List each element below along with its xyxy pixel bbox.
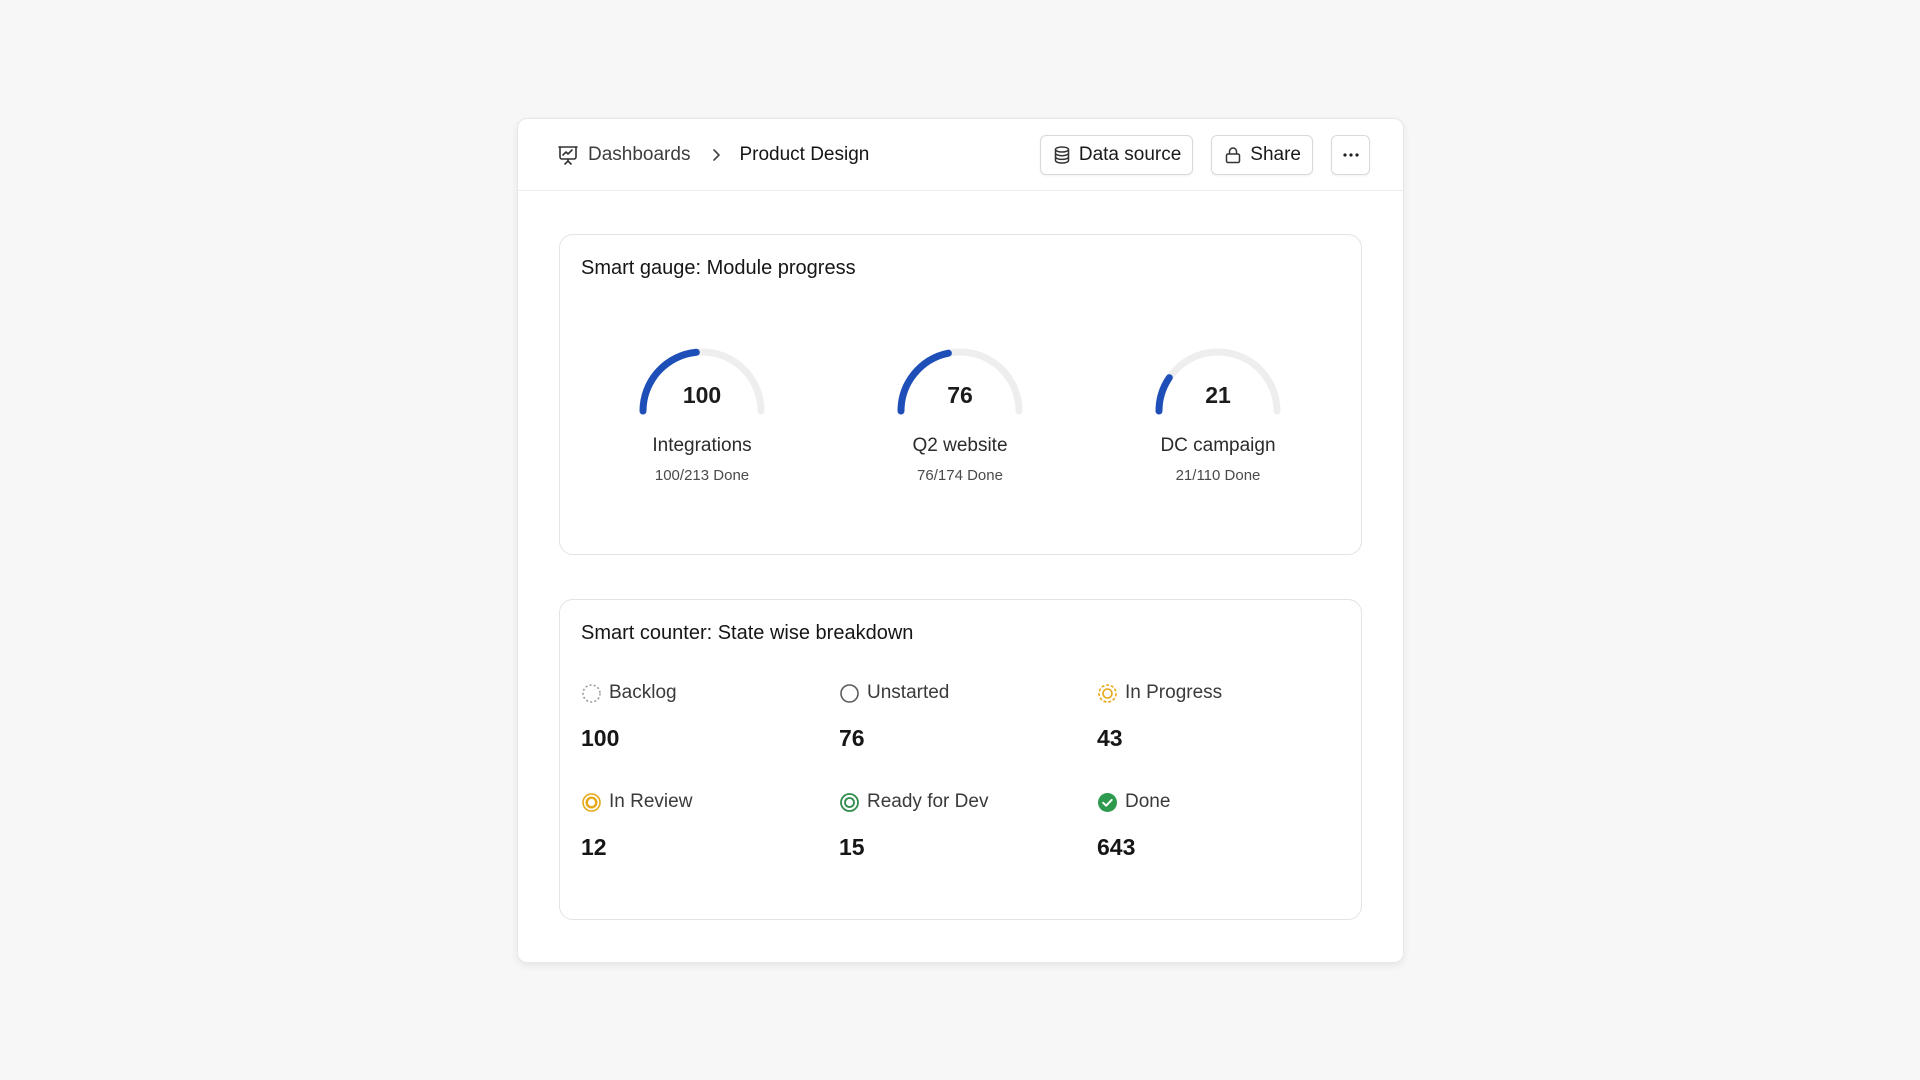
breadcrumb: Dashboards Product Design <box>556 143 1022 167</box>
gauge-value: 76 <box>947 382 973 408</box>
in-progress-icon <box>1097 683 1118 704</box>
counter-in-progress[interactable]: In Progress 43 <box>1097 682 1337 752</box>
breadcrumb-dashboards-link[interactable]: Dashboards <box>588 144 690 166</box>
data-source-label: Data source <box>1078 143 1182 165</box>
counter-value: 12 <box>581 834 607 860</box>
counter-backlog[interactable]: Backlog 100 <box>581 682 821 752</box>
in-review-icon <box>581 792 602 813</box>
counter-in-review[interactable]: In Review 12 <box>581 791 821 861</box>
gauge-name: Q2 website <box>912 435 1008 456</box>
gauge-subtext: 21/110 Done <box>1175 467 1261 484</box>
gauge-subtext: 100/213 Done <box>654 467 750 484</box>
gauge-name: Integrations <box>652 435 752 456</box>
done-check-icon <box>1097 792 1118 813</box>
counter-value: 15 <box>839 834 865 860</box>
state-breakdown-card: Smart counter: State wise breakdown Back… <box>559 599 1362 920</box>
chevron-right-icon <box>708 147 724 163</box>
counter-ready-for-dev[interactable]: Ready for Dev 15 <box>839 791 1079 861</box>
counter-label: In Review <box>609 791 693 812</box>
breadcrumb-current-page: Product Design <box>739 143 870 165</box>
gauge-value: 100 <box>682 382 722 408</box>
module-progress-title: Smart gauge: Module progress <box>581 257 856 279</box>
database-icon <box>1052 145 1072 165</box>
counter-label: Unstarted <box>867 682 950 703</box>
dashboard-header: Dashboards Product Design Data source Sh… <box>518 119 1403 191</box>
share-button[interactable]: Share <box>1211 134 1313 175</box>
lock-icon <box>1223 145 1243 165</box>
gauge-dc-campaign[interactable]: 21 DC campaign 21/110 Done <box>1118 345 1318 484</box>
counter-value: 76 <box>839 725 865 751</box>
gauge-name: DC campaign <box>1160 435 1276 456</box>
gauge-q2-website[interactable]: 76 Q2 website 76/174 Done <box>860 345 1060 484</box>
counter-done[interactable]: Done 643 <box>1097 791 1337 861</box>
counter-label: In Progress <box>1125 682 1223 703</box>
counter-label: Backlog <box>609 682 677 703</box>
counter-label: Done <box>1125 791 1171 812</box>
unstarted-circle-icon <box>839 683 860 704</box>
counter-value: 643 <box>1097 834 1136 860</box>
module-progress-card: Smart gauge: Module progress 100 Integra… <box>559 234 1362 555</box>
counter-value: 43 <box>1097 725 1123 751</box>
share-label: Share <box>1250 143 1301 165</box>
ready-for-dev-icon <box>839 792 860 813</box>
header-actions: Data source Share <box>1022 134 1370 175</box>
data-source-button[interactable]: Data source <box>1039 134 1194 175</box>
ellipsis-icon <box>1342 152 1360 158</box>
counter-unstarted[interactable]: Unstarted 76 <box>839 682 1079 752</box>
dashboard-window: Dashboards Product Design Data source Sh… <box>517 118 1404 963</box>
backlog-dashed-circle-icon <box>581 683 602 704</box>
state-breakdown-title: Smart counter: State wise breakdown <box>581 622 914 644</box>
gauge-integrations[interactable]: 100 Integrations 100/213 Done <box>602 345 802 484</box>
counter-value: 100 <box>581 725 620 751</box>
counter-label: Ready for Dev <box>867 791 989 812</box>
more-options-button[interactable] <box>1331 134 1370 175</box>
presentation-chart-icon <box>556 143 580 167</box>
gauge-value: 21 <box>1205 382 1231 408</box>
gauge-subtext: 76/174 Done <box>917 467 1003 484</box>
